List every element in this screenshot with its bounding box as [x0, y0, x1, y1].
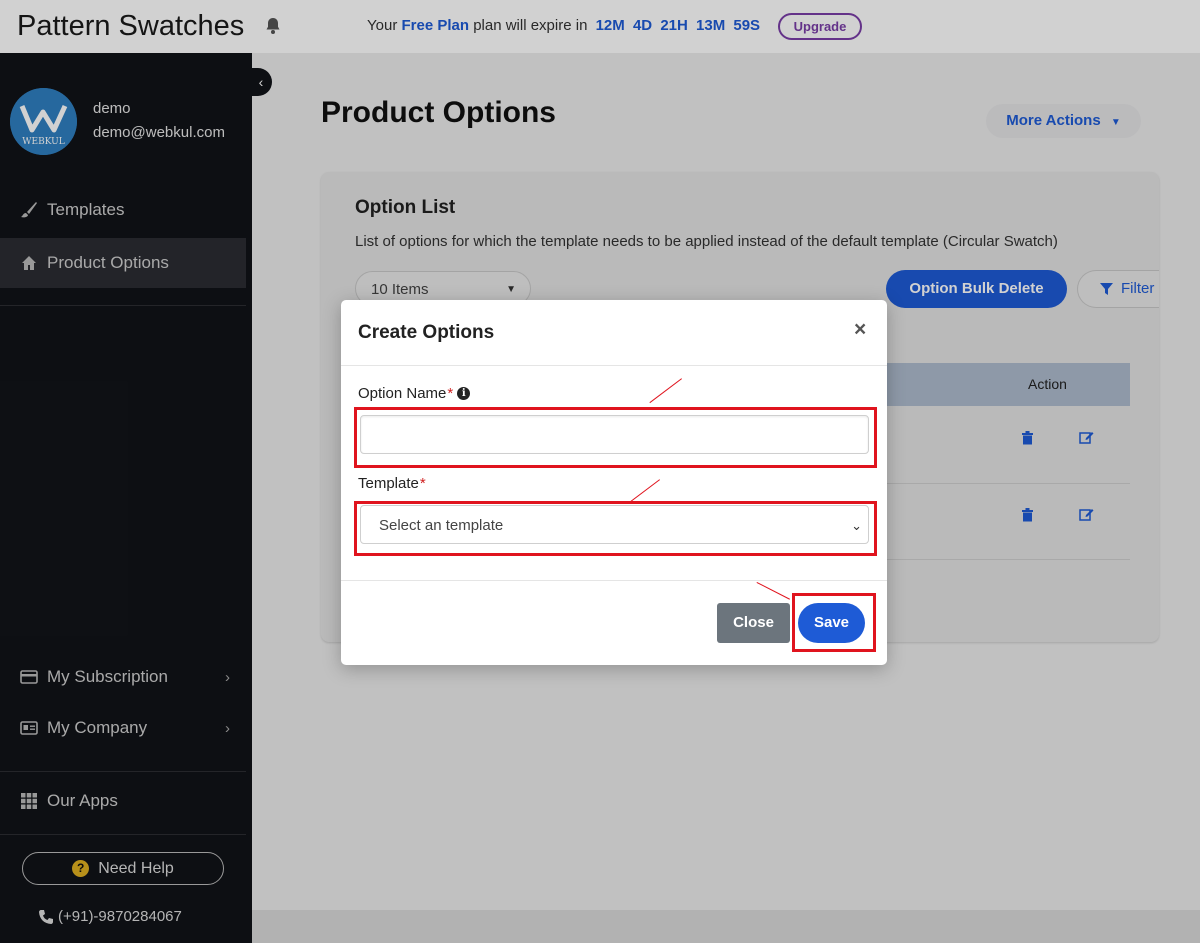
- option-name-label: Option Name: [358, 385, 447, 402]
- info-icon[interactable]: i: [457, 387, 471, 400]
- required-asterisk: *: [419, 475, 426, 492]
- highlight-save: [792, 593, 876, 652]
- close-icon[interactable]: ×: [854, 318, 866, 342]
- modal-header-divider: [341, 365, 887, 366]
- close-button[interactable]: Close: [717, 603, 790, 643]
- modal-title: Create Options: [358, 322, 495, 343]
- template-label: Template: [358, 475, 419, 492]
- modal-footer-divider: [341, 580, 887, 581]
- option-name-label-row: Option Name * i: [358, 385, 471, 402]
- template-label-row: Template *: [358, 475, 426, 492]
- highlight-option-name: [354, 407, 877, 468]
- highlight-template: [354, 501, 877, 556]
- required-asterisk: *: [447, 385, 454, 402]
